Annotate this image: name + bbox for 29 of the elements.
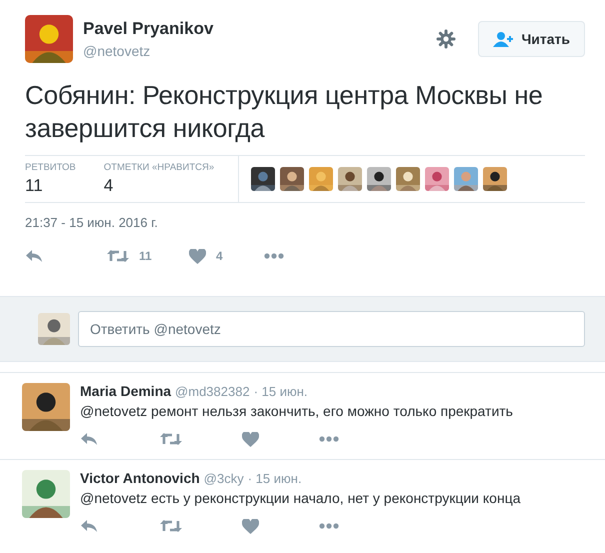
retweet-count: 11 <box>139 249 152 263</box>
reply-icon[interactable] <box>80 519 98 533</box>
reply-icon[interactable] <box>80 432 98 446</box>
author-name[interactable]: Pavel Pryanikov <box>83 19 426 39</box>
add-user-icon <box>493 31 516 47</box>
more-icon[interactable] <box>319 523 339 529</box>
reply-author-name[interactable]: Victor Antonovich <box>80 470 200 486</box>
reply-text: @netovetz есть у реконструкции начало, нет у реконструкции конца <box>80 490 522 506</box>
follow-button[interactable]: Читать <box>478 21 585 57</box>
stat-value[interactable]: 11 <box>25 176 76 196</box>
heart-icon[interactable] <box>242 518 259 534</box>
reply-field[interactable]: Ответить @netovetz <box>78 311 585 347</box>
more-icon[interactable] <box>264 253 284 259</box>
timestamp[interactable]: 21:37 - 15 июн. 2016 г. <box>25 215 585 230</box>
stat-value[interactable]: 4 <box>104 176 214 196</box>
tweet-text: Собянин: Реконструкция центра Москвы не завершится никогда <box>25 79 544 145</box>
heart-icon[interactable] <box>189 248 206 264</box>
heart-icon[interactable] <box>242 432 259 446</box>
retweet-icon[interactable] <box>160 432 182 446</box>
stat-label: ОТМЕТКИ «НРАВИТСЯ» <box>104 162 214 173</box>
reply-text: @netovetz ремонт нельзя закончить, его можно только прекратить <box>80 403 514 419</box>
retweet-icon[interactable] <box>160 519 182 533</box>
settings-icon[interactable] <box>436 29 456 49</box>
like-count: 4 <box>216 249 223 263</box>
reply-author-name[interactable]: Maria Demina <box>80 383 172 399</box>
reply-icon[interactable] <box>25 249 43 263</box>
retweet-icon[interactable] <box>107 249 129 263</box>
stat-label: РЕТВИТОВ <box>25 162 76 173</box>
more-icon[interactable] <box>319 436 339 442</box>
